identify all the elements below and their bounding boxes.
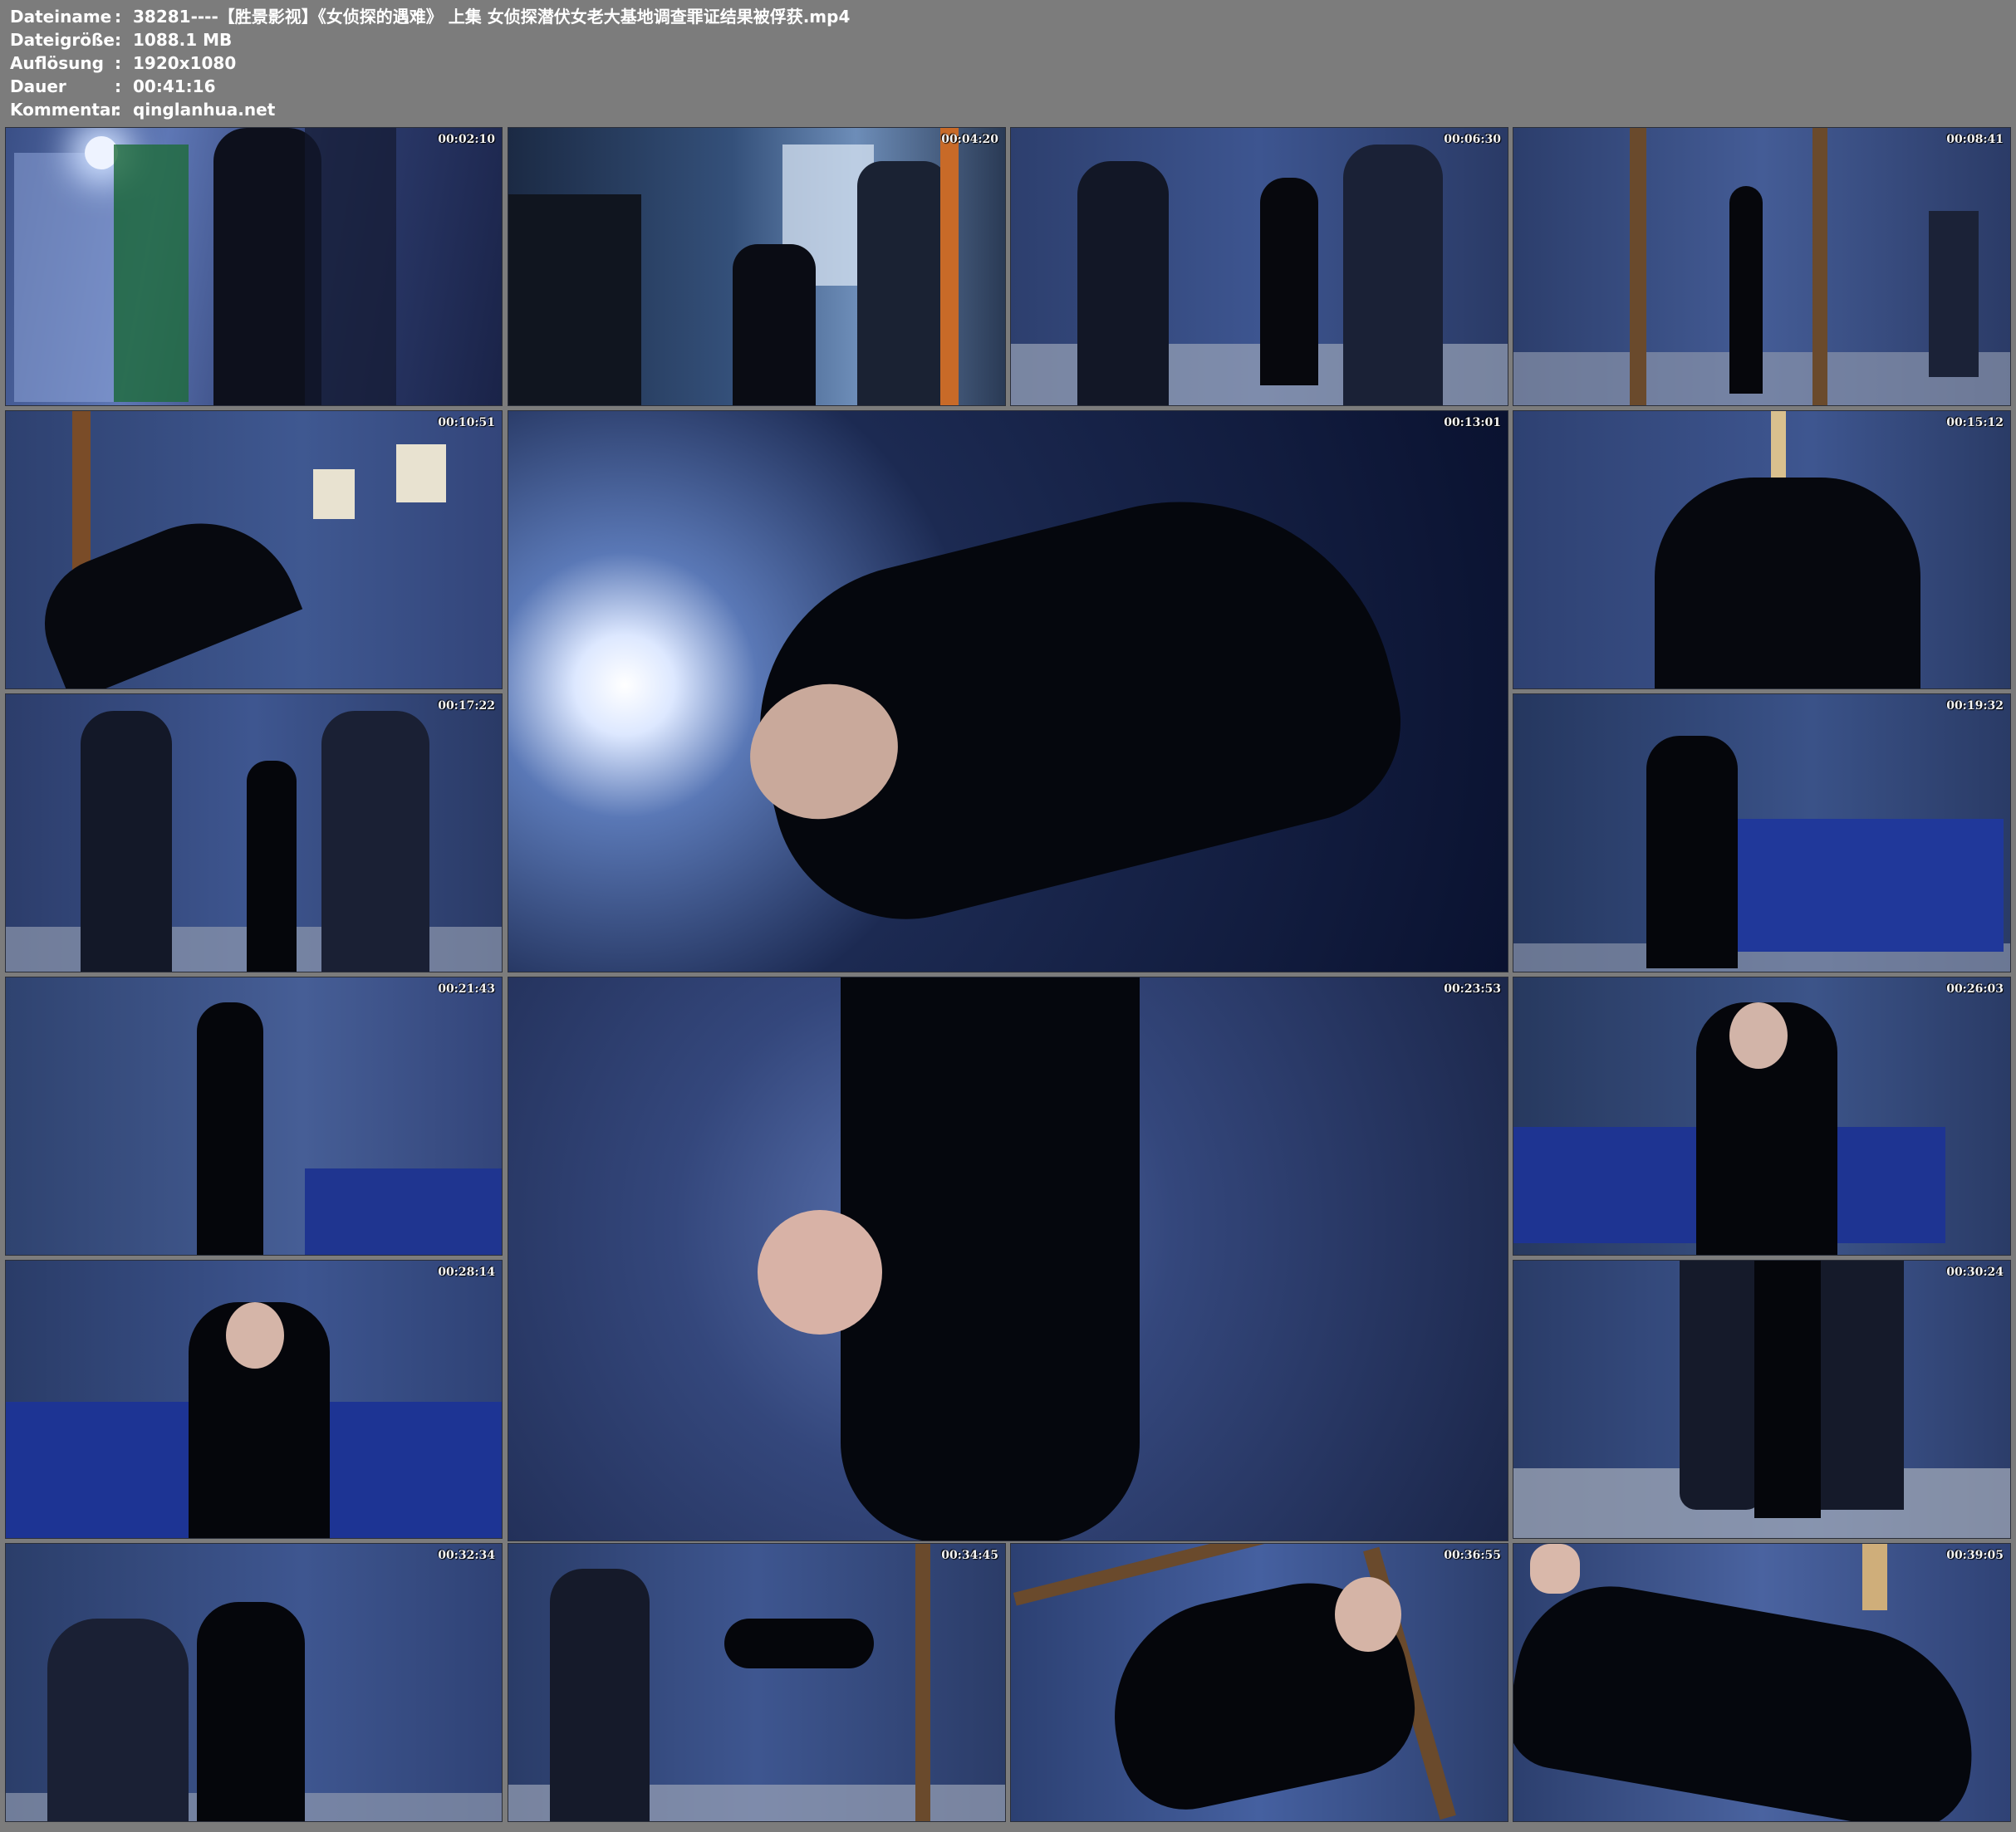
meta-value-comment: qinglanhua.net: [133, 100, 276, 120]
video-thumbnail: 00:34:45: [508, 1543, 1006, 1822]
meta-separator: :: [115, 30, 121, 50]
meta-key: Kommentar: [10, 100, 120, 120]
video-thumbnail: 00:30:24: [1513, 1260, 2011, 1539]
video-thumbnail: 00:13:01: [508, 410, 1508, 972]
timestamp-label: 00:19:32: [1946, 699, 2004, 713]
timestamp-label: 00:13:01: [1444, 416, 1501, 429]
timestamp-label: 00:04:20: [941, 133, 998, 146]
meta-key: Auflösung: [10, 53, 104, 73]
meta-value-filename: 38281----【胜景影视】《女侦探的遇难》 上集 女侦探潜伏女老大基地调查罪…: [133, 7, 851, 27]
video-thumbnail: 00:32:34: [5, 1543, 503, 1822]
video-thumbnail: 00:10:51: [5, 410, 503, 689]
video-thumbnail: 00:36:55: [1010, 1543, 1508, 1822]
meta-separator: :: [115, 76, 121, 96]
timestamp-label: 00:21:43: [438, 982, 495, 996]
meta-row-filename: Dateiname : 38281----【胜景影视】《女侦探的遇难》 上集 女…: [10, 5, 2004, 28]
meta-value-duration: 00:41:16: [133, 76, 216, 96]
video-thumbnail: 00:26:03: [1513, 977, 2011, 1256]
meta-key: Dateigröße: [10, 30, 115, 50]
meta-key: Dateiname: [10, 7, 112, 27]
meta-key: Dauer: [10, 76, 66, 96]
timestamp-label: 00:26:03: [1946, 982, 2004, 996]
video-thumbnail: 00:08:41: [1513, 127, 2011, 406]
timestamp-label: 00:39:05: [1946, 1549, 2004, 1562]
video-thumbnail: 00:17:22: [5, 693, 503, 972]
timestamp-label: 00:17:22: [438, 699, 495, 713]
video-thumbnail: 00:23:53: [508, 977, 1508, 1541]
video-thumbnail: 00:02:10: [5, 127, 503, 406]
meta-value-resolution: 1920x1080: [133, 53, 237, 73]
video-thumbnail: 00:19:32: [1513, 693, 2011, 972]
timestamp-label: 00:34:45: [941, 1549, 998, 1562]
timestamp-label: 00:15:12: [1946, 416, 2004, 429]
meta-separator: :: [115, 53, 121, 73]
video-thumbnail: 00:39:05: [1513, 1543, 2011, 1822]
timestamp-label: 00:23:53: [1444, 982, 1501, 996]
video-thumbnail: 00:21:43: [5, 977, 503, 1256]
timestamp-label: 00:32:34: [438, 1549, 495, 1562]
meta-row-duration: Dauer : 00:41:16: [10, 75, 2004, 98]
file-info-header: Dateiname : 38281----【胜景影视】《女侦探的遇难》 上集 女…: [10, 5, 2004, 123]
meta-separator: :: [115, 100, 121, 120]
timestamp-label: 00:10:51: [438, 416, 495, 429]
video-thumbnail: 00:15:12: [1513, 410, 2011, 689]
timestamp-label: 00:08:41: [1946, 133, 2004, 146]
meta-row-resolution: Auflösung : 1920x1080: [10, 51, 2004, 75]
timestamp-label: 00:36:55: [1444, 1549, 1501, 1562]
timestamp-label: 00:28:14: [438, 1266, 495, 1279]
meta-separator: :: [115, 7, 121, 27]
timestamp-label: 00:30:24: [1946, 1266, 2004, 1279]
timestamp-label: 00:06:30: [1444, 133, 1501, 146]
meta-row-comment: Kommentar : qinglanhua.net: [10, 98, 2004, 121]
video-thumbnail: 00:04:20: [508, 127, 1006, 406]
timestamp-label: 00:02:10: [438, 133, 495, 146]
video-thumbnail: 00:28:14: [5, 1260, 503, 1539]
video-thumbnail: 00:06:30: [1010, 127, 1508, 406]
meta-row-filesize: Dateigröße : 1088.1 MB: [10, 28, 2004, 51]
meta-value-filesize: 1088.1 MB: [133, 30, 233, 50]
